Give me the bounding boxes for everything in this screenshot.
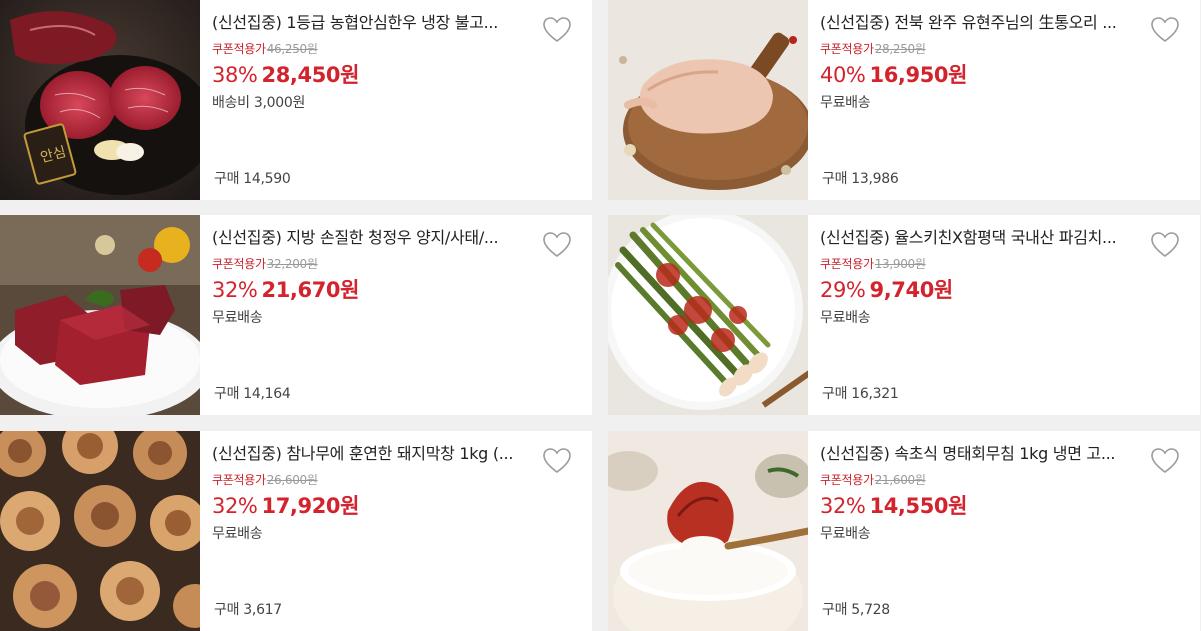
price-row: 38% 28,450원 [212, 59, 359, 89]
coupon-label: 쿠폰적용가 [212, 42, 266, 56]
product-card[interactable]: (신선집중) 율스키친X함평댁 국내산 파김치... 쿠폰적용가13,900원 … [608, 215, 1200, 415]
coupon-label: 쿠폰적용가 [820, 257, 874, 271]
product-grid: 안심 (신선집중) 1등급 농협안심한우 냉장 불고... 쿠폰적용가46,25… [0, 0, 1201, 631]
original-price: 32,200원 [266, 257, 318, 271]
shipping-info: 무료배송 [820, 310, 871, 326]
product-info: (신선집중) 지방 손질한 청정우 양지/사태/... 쿠폰적용가32,200원… [212, 215, 592, 415]
coupon-row: 쿠폰적용가32,200원 [212, 255, 318, 272]
sales-count: 구매 3,617 [214, 602, 282, 618]
discount-rate: 40% [820, 63, 866, 87]
heart-icon[interactable] [1150, 16, 1180, 44]
coupon-row: 쿠폰적용가28,250원 [820, 40, 926, 57]
shipping-info: 무료배송 [212, 310, 263, 326]
discount-rate: 29% [820, 278, 866, 302]
product-image[interactable] [608, 215, 808, 415]
product-card[interactable]: (신선집중) 속초식 명태회무침 1kg 냉면 고... 쿠폰적용가21,600… [608, 431, 1200, 631]
product-card[interactable]: (신선집중) 지방 손질한 청정우 양지/사태/... 쿠폰적용가32,200원… [0, 215, 592, 415]
original-price: 21,600원 [874, 473, 926, 487]
shipping-info: 무료배송 [820, 526, 871, 542]
heart-icon[interactable] [542, 231, 572, 259]
sales-count: 구매 16,321 [822, 386, 899, 402]
sale-price: 16,950원 [869, 63, 968, 87]
discount-rate: 32% [212, 278, 258, 302]
product-title[interactable]: (신선집중) 속초식 명태회무침 1kg 냉면 고... [820, 440, 1138, 464]
price-row: 32% 21,670원 [212, 274, 359, 304]
product-title[interactable]: (신선집중) 참나무에 훈연한 돼지막창 1kg (... [212, 440, 530, 464]
coupon-row: 쿠폰적용가26,600원 [212, 471, 318, 488]
product-info: (신선집중) 속초식 명태회무침 1kg 냉면 고... 쿠폰적용가21,600… [820, 431, 1200, 631]
product-title[interactable]: (신선집중) 율스키친X함평댁 국내산 파김치... [820, 224, 1138, 248]
sales-count: 구매 14,590 [214, 171, 291, 187]
product-card[interactable]: (신선집중) 전북 완주 유현주님의 生통오리 ... 쿠폰적용가28,250원… [608, 0, 1200, 200]
product-image[interactable] [0, 431, 200, 631]
product-image[interactable]: 안심 [0, 0, 200, 200]
coupon-label: 쿠폰적용가 [212, 257, 266, 271]
original-price: 13,900원 [874, 257, 926, 271]
sale-price: 9,740원 [869, 278, 953, 302]
product-card[interactable]: (신선집중) 참나무에 훈연한 돼지막창 1kg (... 쿠폰적용가26,60… [0, 431, 592, 631]
original-price: 46,250원 [266, 42, 318, 56]
coupon-label: 쿠폰적용가 [820, 473, 874, 487]
product-info: (신선집중) 율스키친X함평댁 국내산 파김치... 쿠폰적용가13,900원 … [820, 215, 1200, 415]
price-row: 40% 16,950원 [820, 59, 967, 89]
product-image[interactable] [0, 215, 200, 415]
product-info: (신선집중) 1등급 농협안심한우 냉장 불고... 쿠폰적용가46,250원 … [212, 0, 592, 200]
sales-count: 구매 14,164 [214, 386, 291, 402]
sale-price: 14,550원 [869, 494, 968, 518]
heart-icon[interactable] [542, 447, 572, 475]
coupon-label: 쿠폰적용가 [212, 473, 266, 487]
coupon-row: 쿠폰적용가46,250원 [212, 40, 318, 57]
product-title[interactable]: (신선집중) 1등급 농협안심한우 냉장 불고... [212, 9, 530, 33]
heart-icon[interactable] [1150, 447, 1180, 475]
heart-icon[interactable] [1150, 231, 1180, 259]
shipping-info: 배송비 3,000원 [212, 95, 306, 111]
price-row: 32% 14,550원 [820, 490, 967, 520]
discount-rate: 32% [212, 494, 258, 518]
coupon-label: 쿠폰적용가 [820, 42, 874, 56]
sale-price: 21,670원 [261, 278, 360, 302]
shipping-info: 무료배송 [212, 526, 263, 542]
sale-price: 17,920원 [261, 494, 360, 518]
product-info: (신선집중) 참나무에 훈연한 돼지막창 1kg (... 쿠폰적용가26,60… [212, 431, 592, 631]
sale-price: 28,450원 [261, 63, 360, 87]
discount-rate: 38% [212, 63, 258, 87]
product-image[interactable] [608, 0, 808, 200]
product-title[interactable]: (신선집중) 전북 완주 유현주님의 生통오리 ... [820, 9, 1138, 33]
heart-icon[interactable] [542, 16, 572, 44]
coupon-row: 쿠폰적용가21,600원 [820, 471, 926, 488]
product-card[interactable]: 안심 (신선집중) 1등급 농협안심한우 냉장 불고... 쿠폰적용가46,25… [0, 0, 592, 200]
coupon-row: 쿠폰적용가13,900원 [820, 255, 926, 272]
shipping-info: 무료배송 [820, 95, 871, 111]
original-price: 28,250원 [874, 42, 926, 56]
product-title[interactable]: (신선집중) 지방 손질한 청정우 양지/사태/... [212, 224, 530, 248]
price-row: 32% 17,920원 [212, 490, 359, 520]
product-image[interactable] [608, 431, 808, 631]
price-row: 29% 9,740원 [820, 274, 953, 304]
product-info: (신선집중) 전북 완주 유현주님의 生통오리 ... 쿠폰적용가28,250원… [820, 0, 1200, 200]
sales-count: 구매 13,986 [822, 171, 899, 187]
sales-count: 구매 5,728 [822, 602, 890, 618]
original-price: 26,600원 [266, 473, 318, 487]
discount-rate: 32% [820, 494, 866, 518]
